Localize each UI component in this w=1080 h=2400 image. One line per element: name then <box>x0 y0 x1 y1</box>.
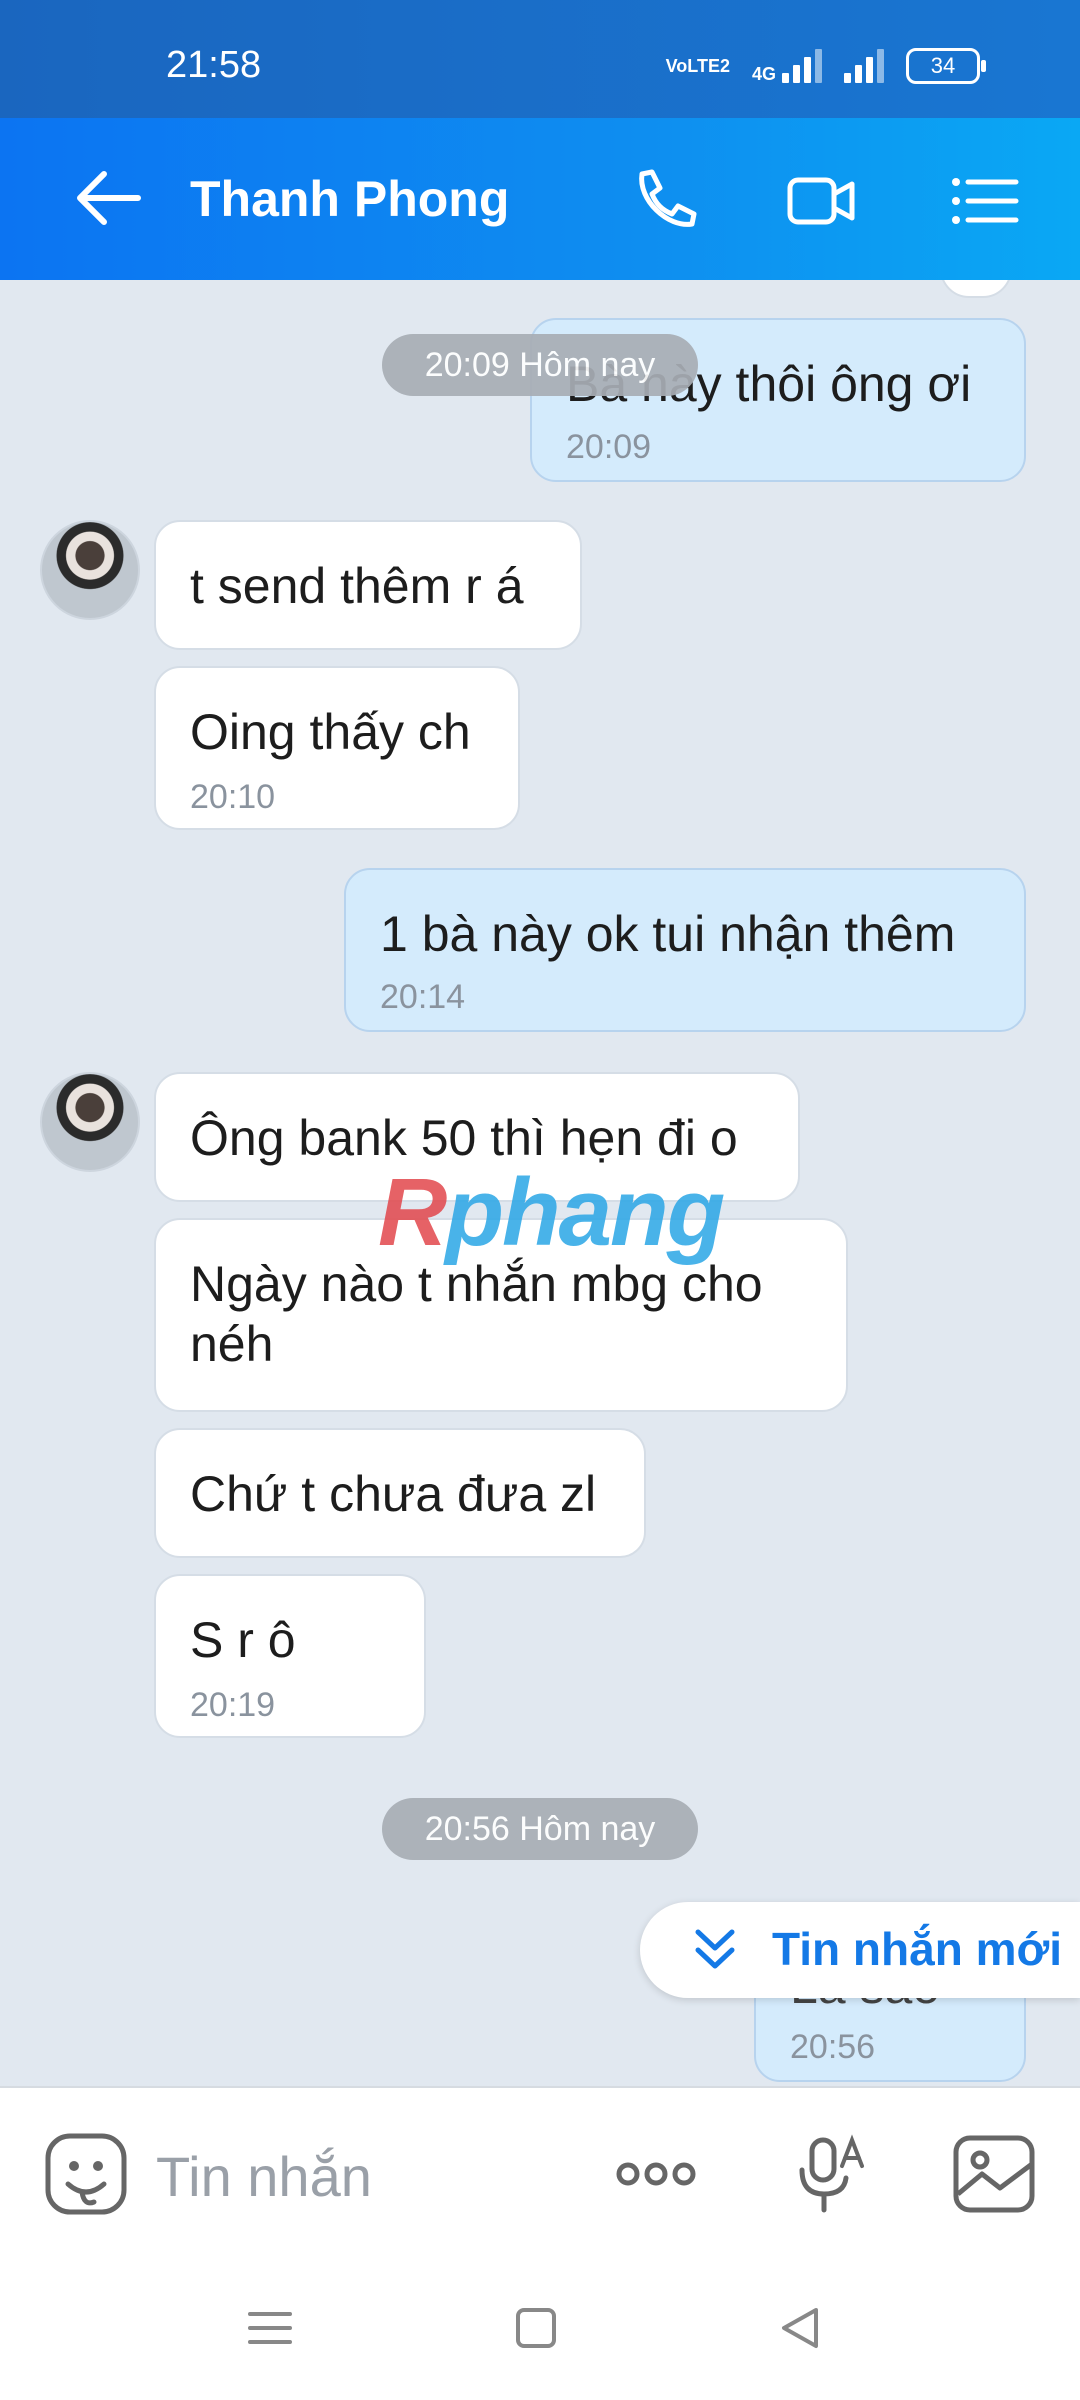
message-time: 20:19 <box>190 1686 276 1724</box>
message-bubble-outgoing[interactable]: 1 bà này ok tui nhận thêm 20:14 <box>344 868 1026 1032</box>
message-time: 20:10 <box>190 778 276 816</box>
signal-icon <box>844 49 884 83</box>
contact-avatar[interactable] <box>40 520 140 620</box>
message-text: S r ô <box>190 1612 296 1668</box>
message-bubble-incoming[interactable]: S r ô 20:19 <box>154 1574 426 1738</box>
status-bar: 21:58 VoLTE2 4G 34 <box>0 0 1080 118</box>
contact-name[interactable]: Thanh Phong <box>190 170 509 228</box>
chat-header: Thanh Phong <box>0 118 1080 280</box>
battery-icon: 34 <box>906 48 986 84</box>
video-call-icon[interactable] <box>786 166 856 236</box>
double-chevron-down-icon <box>695 1929 735 1969</box>
message-text: Oing thấy ch <box>190 704 471 760</box>
menu-nav-icon[interactable] <box>242 2300 298 2356</box>
new-messages-button[interactable]: Tin nhắn mới <box>640 1902 1080 1998</box>
phone-icon[interactable] <box>628 166 698 236</box>
message-text: t send thêm r á <box>190 558 524 614</box>
chat-area[interactable]: Bà này thôi ông ơi 20:09 20:09 Hôm nay t… <box>0 280 1080 2086</box>
partial-message-bubble <box>940 280 1012 298</box>
message-time: 20:56 <box>790 2028 876 2066</box>
contact-avatar[interactable] <box>40 1072 140 1172</box>
home-nav-icon[interactable] <box>508 2300 564 2356</box>
image-gallery-icon[interactable] <box>950 2130 1038 2218</box>
message-bubble-incoming[interactable]: t send thêm r á <box>154 520 582 650</box>
new-messages-label: Tin nhắn mới <box>772 1923 1062 1975</box>
message-composer: Tin nhắn <box>0 2086 1080 2258</box>
emoji-sticker-icon[interactable] <box>42 2130 130 2218</box>
back-nav-icon[interactable] <box>774 2300 830 2356</box>
date-separator: 20:56 Hôm nay <box>382 1798 698 1860</box>
status-icons: VoLTE2 4G 34 <box>665 48 986 84</box>
message-text: Ngày nào t nhắn mbg cho néh <box>190 1256 763 1372</box>
data-signal-icon: 4G <box>752 49 822 83</box>
volte-icon: VoLTE2 <box>665 56 730 76</box>
watermark-logo: Rphang <box>378 1159 725 1266</box>
message-bubble-incoming[interactable]: Chứ t chưa đưa zl <box>154 1428 646 1558</box>
message-text: Chứ t chưa đưa zl <box>190 1466 597 1522</box>
voice-to-text-mic-icon[interactable] <box>784 2130 872 2218</box>
message-text: 1 bà này ok tui nhận thêm <box>380 906 956 962</box>
message-time: 20:09 <box>566 428 652 466</box>
date-separator: 20:09 Hôm nay <box>382 334 698 396</box>
menu-list-icon[interactable] <box>950 166 1020 236</box>
message-input[interactable]: Tin nhắn <box>156 2144 372 2209</box>
message-bubble-incoming[interactable]: Oing thấy ch 20:10 <box>154 666 520 830</box>
data-type-label: 4G <box>751 64 776 84</box>
back-arrow-icon[interactable] <box>74 168 142 228</box>
status-time: 21:58 <box>166 44 262 86</box>
message-time: 20:14 <box>380 978 466 1016</box>
more-options-icon[interactable] <box>612 2130 700 2218</box>
system-nav-bar <box>0 2256 1080 2400</box>
